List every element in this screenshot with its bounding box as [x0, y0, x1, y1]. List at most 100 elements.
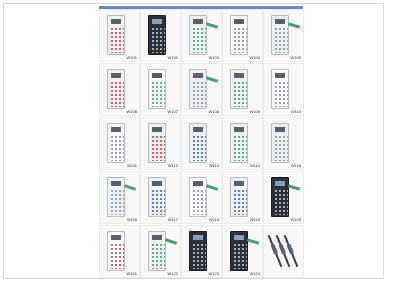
keypad-buttons [151, 27, 165, 53]
keypad-buttons [192, 243, 206, 269]
product-thumbnail[interactable]: W104 [222, 9, 263, 62]
membrane-keypad-image [189, 69, 207, 109]
product-thumbnail[interactable]: W107 [140, 63, 181, 116]
flex-tail-connector [287, 184, 301, 191]
product-thumbnail[interactable]: W111 [99, 117, 140, 170]
product-thumbnail[interactable]: W117 [140, 171, 181, 224]
product-thumbnail[interactable]: W116 [99, 171, 140, 224]
membrane-keypad-image [230, 231, 248, 271]
flex-tail-connector [205, 22, 219, 29]
keypad-buttons [233, 81, 247, 107]
display-window [111, 181, 121, 186]
membrane-keypad-image [189, 231, 207, 271]
keypad-buttons [110, 243, 124, 269]
flex-tail-connector [246, 238, 260, 245]
product-thumbnail[interactable]: W105 [263, 9, 304, 62]
product-code: W114 [249, 163, 260, 168]
flex-tail-connector [205, 184, 219, 191]
product-code: W108 [208, 109, 219, 114]
product-thumbnail[interactable]: W113 [181, 117, 222, 170]
membrane-keypad-image [148, 123, 166, 163]
product-code: W106 [126, 109, 137, 114]
membrane-keypad-image [230, 177, 248, 217]
product-thumbnail[interactable]: W124 [222, 225, 263, 278]
keypad-buttons [110, 81, 124, 107]
membrane-keypad-image [271, 177, 289, 217]
display-window [234, 73, 244, 78]
display-window [193, 127, 203, 132]
membrane-keypad-image [189, 15, 207, 55]
product-thumbnail[interactable]: W109 [263, 171, 304, 224]
membrane-keypad-image [230, 69, 248, 109]
product-code: W109 [249, 109, 260, 114]
product-thumbnail[interactable]: W118 [181, 171, 222, 224]
product-code: W121 [126, 271, 137, 276]
keypad-buttons [274, 81, 288, 107]
membrane-keypad-image [107, 231, 125, 271]
display-window [275, 181, 285, 186]
display-window [275, 127, 285, 132]
keypad-buttons [110, 189, 124, 215]
product-thumbnail[interactable]: W110 [263, 63, 304, 116]
display-window [111, 127, 121, 132]
keypad-buttons [151, 243, 165, 269]
product-code: W110 [290, 109, 301, 114]
keypad-buttons [151, 135, 165, 161]
product-thumbnail[interactable]: W121 [99, 225, 140, 278]
display-window [193, 19, 203, 24]
membrane-keypad-image [230, 15, 248, 55]
display-window [152, 73, 162, 78]
keypad-buttons [274, 189, 288, 215]
product-thumbnail[interactable]: W108 [181, 63, 222, 116]
product-code: W118 [208, 217, 219, 222]
display-window [193, 181, 203, 186]
display-window [152, 181, 162, 186]
flex-tail-connector [287, 22, 301, 29]
product-thumbnail[interactable] [263, 225, 304, 278]
product-code: W105 [290, 55, 301, 60]
product-grid: W101 W102 W103 W104 W105 W106 W107 W108 W109 W110… [99, 9, 304, 278]
display-window [193, 235, 203, 240]
keypad-buttons [151, 189, 165, 215]
keypad-buttons [233, 243, 247, 269]
flex-tail-connector [205, 76, 219, 83]
display-window [152, 235, 162, 240]
membrane-keypad-image [271, 15, 289, 55]
membrane-keypad-image [107, 177, 125, 217]
keypad-buttons [192, 81, 206, 107]
membrane-keypad-image [230, 123, 248, 163]
product-code: W112 [167, 163, 178, 168]
product-code: W123 [208, 271, 219, 276]
product-thumbnail[interactable]: W101 [99, 9, 140, 62]
product-thumbnail[interactable]: W122 [140, 225, 181, 278]
membrane-keypad-image [189, 177, 207, 217]
display-window [111, 73, 121, 78]
keypad-buttons [192, 135, 206, 161]
product-thumbnail[interactable]: W106 [99, 63, 140, 116]
product-code: W118 [249, 217, 260, 222]
product-thumbnail[interactable]: W118 [222, 171, 263, 224]
product-code: W116 [126, 217, 137, 222]
product-thumbnail[interactable]: W112 [140, 117, 181, 170]
product-code: W101 [126, 55, 137, 60]
display-window [275, 73, 285, 78]
keypad-buttons [274, 27, 288, 53]
product-thumbnail[interactable]: W114 [222, 117, 263, 170]
keypad-buttons [192, 27, 206, 53]
product-thumbnail[interactable]: W123 [181, 225, 222, 278]
product-code: W102 [167, 55, 178, 60]
display-window [234, 19, 244, 24]
keypad-buttons [110, 135, 124, 161]
product-thumbnail[interactable]: W102 [140, 9, 181, 62]
product-code: W113 [208, 163, 219, 168]
membrane-keypad-image [148, 231, 166, 271]
display-window [111, 19, 121, 24]
product-code: W103 [208, 55, 219, 60]
product-thumbnail[interactable]: W115 [263, 117, 304, 170]
keypad-buttons [110, 27, 124, 53]
product-thumbnail[interactable]: W103 [181, 9, 222, 62]
product-code: W109 [290, 217, 301, 222]
product-thumbnail[interactable]: W109 [222, 63, 263, 116]
membrane-keypad-image [107, 123, 125, 163]
product-code: W111 [127, 163, 137, 168]
